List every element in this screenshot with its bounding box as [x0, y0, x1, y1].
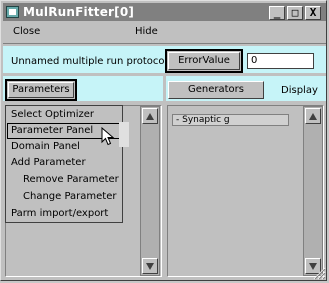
submenu-edge [119, 122, 129, 147]
menu-bar: Close Hide [3, 23, 326, 43]
menu-divider [3, 43, 326, 44]
menu-item-parm-import-export[interactable]: Parm import/export [7, 206, 121, 222]
error-value-button[interactable]: ErrorValue [168, 52, 240, 70]
menu-close[interactable]: Close [13, 26, 40, 37]
minimize-button[interactable]: _ [269, 6, 285, 20]
error-value-button-frame[interactable]: ErrorValue [165, 49, 243, 73]
mouse-pointer-icon [101, 127, 115, 146]
parameters-button-frame[interactable]: Parameters [5, 79, 77, 101]
error-value-field[interactable]: 0 [247, 53, 314, 69]
menu-item-change-parameter[interactable]: Change Parameter [7, 189, 121, 205]
generators-scrollbar[interactable] [303, 106, 323, 276]
maximize-button[interactable]: □ [287, 6, 303, 20]
generators-button[interactable]: Generators [168, 81, 264, 99]
menu-hide[interactable]: Hide [135, 26, 158, 37]
close-window-button[interactable]: X [305, 6, 321, 20]
resize-grip-icon[interactable] [311, 265, 326, 280]
arrow-down-icon[interactable] [142, 258, 158, 274]
parameters-scrollbar[interactable] [140, 106, 160, 276]
parameters-dropdown-menu: Select Optimizer Parameter Panel Domain … [5, 105, 123, 223]
arrow-up-icon[interactable] [142, 108, 158, 124]
menu-item-add-parameter[interactable]: Add Parameter [7, 155, 121, 171]
display-label[interactable]: Display [281, 85, 318, 96]
generator-list-item[interactable]: - Synaptic g [172, 114, 289, 126]
parameters-button[interactable]: Parameters [8, 82, 74, 98]
window-app-icon[interactable] [6, 6, 19, 18]
menu-item-remove-parameter[interactable]: Remove Parameter [7, 172, 121, 188]
arrow-up-icon[interactable] [305, 108, 321, 124]
title-bar[interactable]: MulRunFitter[0] _ □ X [3, 3, 326, 21]
mulrunfitter-window: MulRunFitter[0] _ □ X Close Hide Unnamed… [0, 0, 327, 281]
protocol-label: Unnamed multiple run protocol [11, 56, 168, 67]
generators-list-pane[interactable] [167, 105, 324, 277]
window-title: MulRunFitter[0] [23, 5, 135, 19]
menu-item-select-optimizer[interactable]: Select Optimizer [7, 107, 121, 123]
